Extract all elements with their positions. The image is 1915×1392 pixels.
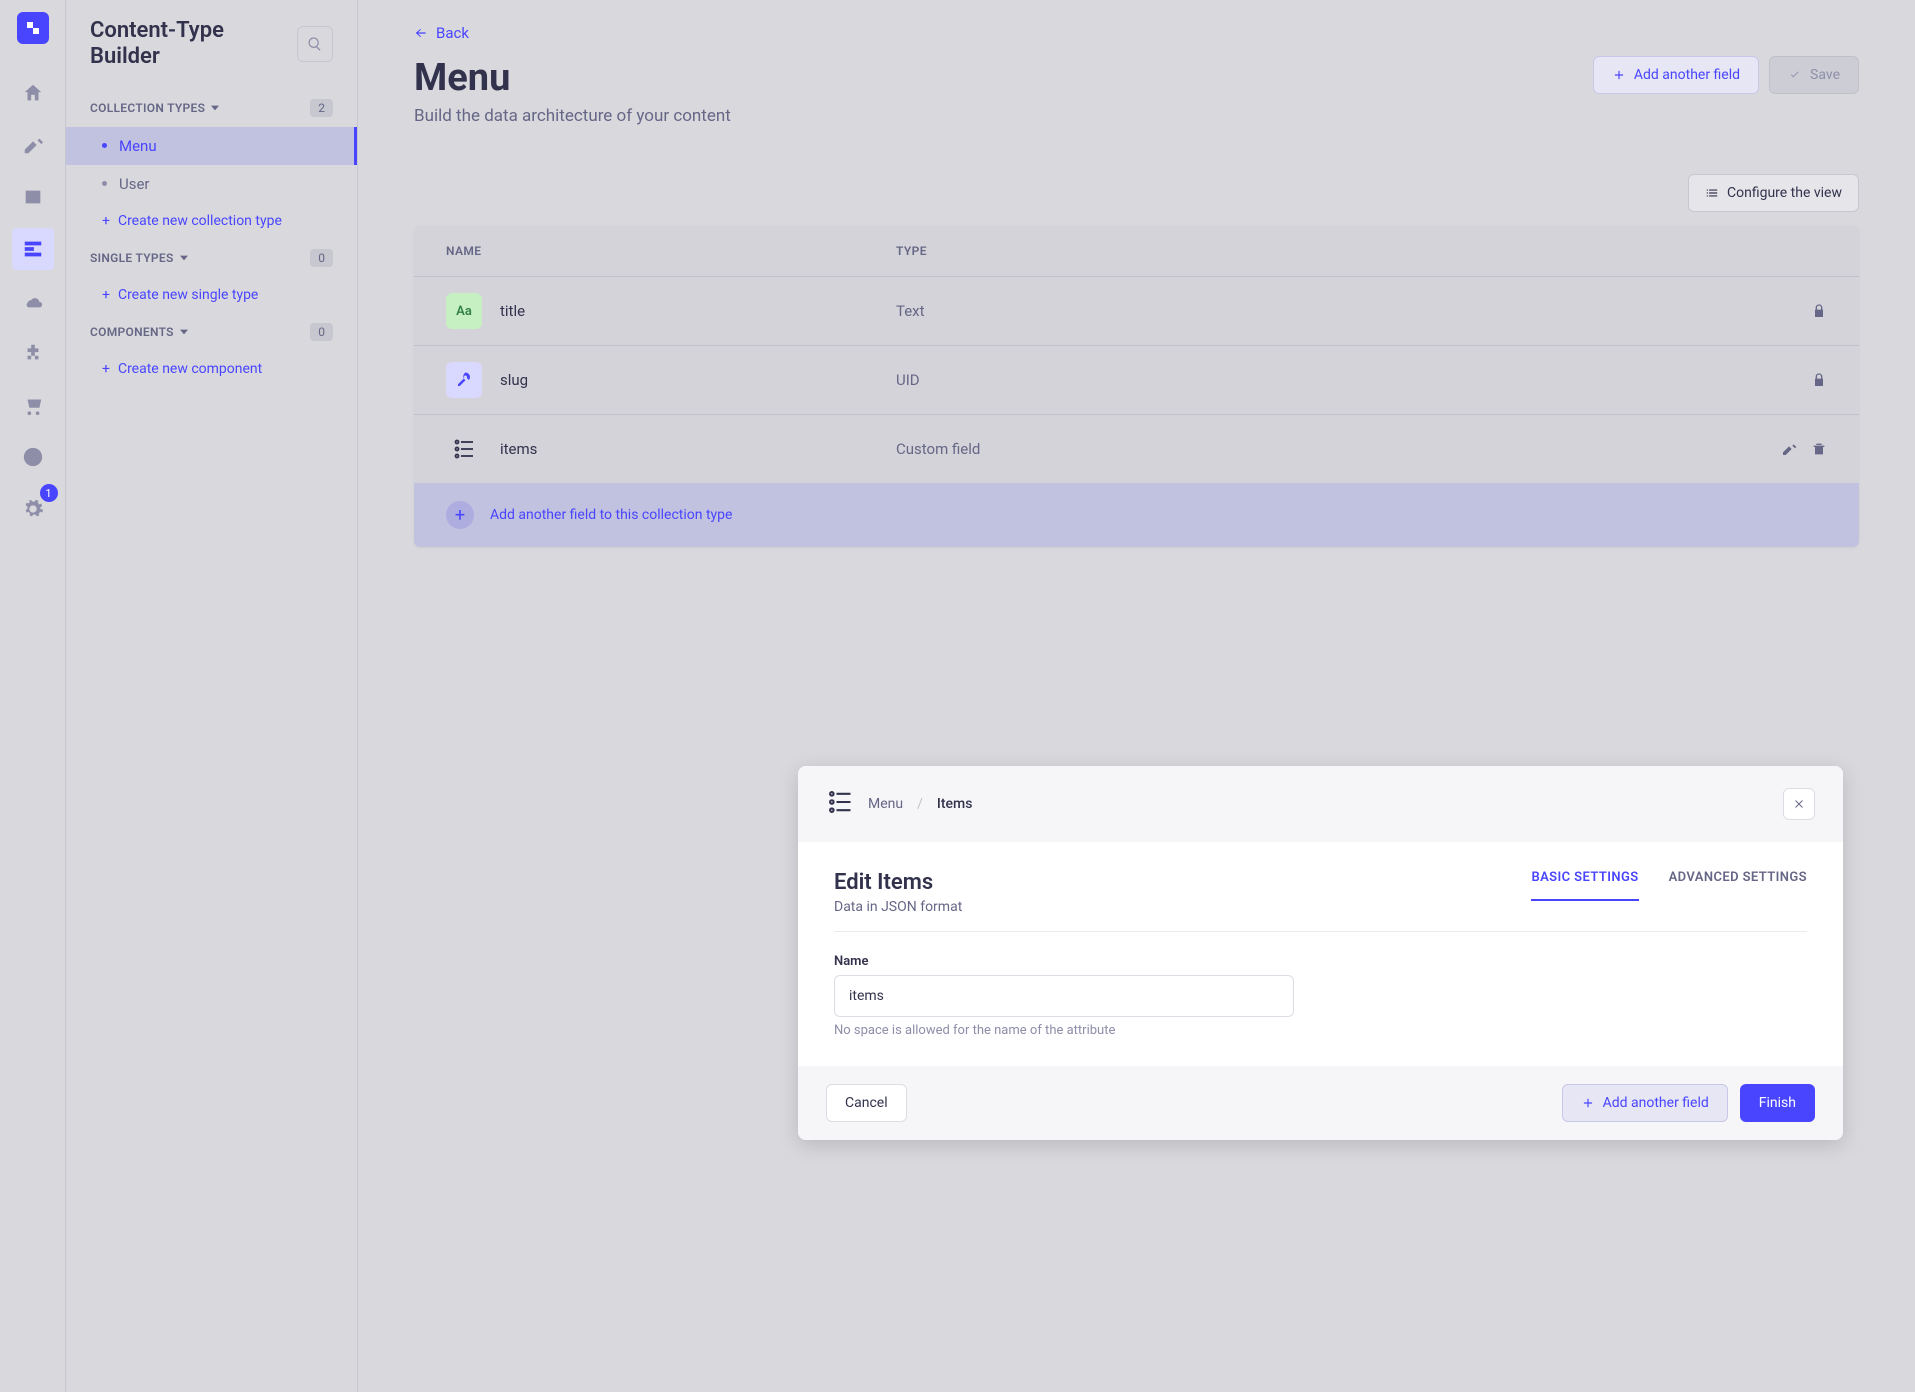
sidebar-title: Content-Type Builder	[90, 18, 297, 71]
fields-table: NAME TYPE Aa title Text slug UID items	[414, 226, 1859, 547]
name-hint: No space is allowed for the name of the …	[834, 1023, 1294, 1038]
nav-content-icon[interactable]	[12, 72, 54, 114]
collection-types-header[interactable]: COLLECTION TYPES 2	[66, 89, 357, 127]
tab-basic-settings[interactable]: BASIC SETTINGS	[1531, 870, 1638, 901]
nav-market-icon[interactable]	[12, 384, 54, 426]
tab-advanced-settings[interactable]: ADVANCED SETTINGS	[1669, 870, 1807, 901]
plus-icon	[1612, 68, 1626, 82]
components-header[interactable]: COMPONENTS 0	[66, 313, 357, 351]
modal-close-button[interactable]	[1783, 788, 1815, 820]
single-types-header[interactable]: SINGLE TYPES 0	[66, 239, 357, 277]
app-logo[interactable]	[17, 12, 49, 44]
search-icon	[307, 36, 323, 52]
nav-write-icon[interactable]	[12, 124, 54, 166]
sidebar: Content-Type Builder COLLECTION TYPES 2 …	[66, 0, 358, 1392]
finish-button[interactable]: Finish	[1740, 1084, 1815, 1122]
chevron-down-icon	[180, 328, 188, 336]
name-input[interactable]	[834, 975, 1294, 1017]
configure-view-button[interactable]: Configure the view	[1688, 174, 1859, 212]
chevron-down-icon	[180, 254, 188, 262]
nav-plugin-icon[interactable]	[12, 332, 54, 374]
custom-field-icon	[826, 788, 854, 820]
uid-field-icon	[446, 362, 482, 398]
chevron-down-icon	[211, 104, 219, 112]
nav-builder-icon[interactable]	[12, 228, 54, 270]
add-field-button[interactable]: Add another field	[1593, 56, 1759, 94]
col-header-name: NAME	[446, 244, 896, 258]
name-label: Name	[834, 954, 1294, 969]
nav-settings-icon[interactable]: 1	[12, 488, 54, 530]
arrow-left-icon	[414, 26, 428, 40]
custom-field-icon	[446, 431, 482, 467]
table-row: slug UID	[414, 345, 1859, 414]
modal-add-field-button[interactable]: Add another field	[1562, 1084, 1728, 1122]
add-field-row[interactable]: + Add another field to this collection t…	[414, 483, 1859, 547]
sidebar-item-menu[interactable]: Menu	[66, 127, 357, 165]
close-icon	[1793, 798, 1805, 810]
edit-field-modal: Menu / Items Edit Items Data in JSON for…	[798, 766, 1843, 1140]
create-component-link[interactable]: +Create new component	[66, 351, 357, 387]
lock-icon	[1811, 303, 1827, 319]
sidebar-item-user[interactable]: User	[66, 165, 357, 203]
page-title: Menu	[414, 56, 731, 100]
text-field-icon: Aa	[446, 293, 482, 329]
cancel-button[interactable]: Cancel	[826, 1084, 907, 1122]
nav-cloud-icon[interactable]	[12, 280, 54, 322]
settings-badge: 1	[40, 484, 58, 502]
col-header-type: TYPE	[896, 244, 1747, 258]
main-content: Back Menu Build the data architecture of…	[358, 0, 1915, 1392]
create-collection-link[interactable]: +Create new collection type	[66, 203, 357, 239]
plus-circle-icon: +	[446, 501, 474, 529]
search-button[interactable]	[297, 26, 333, 62]
list-icon	[1705, 186, 1719, 200]
table-row: items Custom field	[414, 414, 1859, 483]
nav-media-icon[interactable]	[12, 176, 54, 218]
edit-icon[interactable]	[1781, 441, 1797, 457]
save-button[interactable]: Save	[1769, 56, 1859, 94]
create-single-link[interactable]: +Create new single type	[66, 277, 357, 313]
modal-subtitle: Data in JSON format	[834, 899, 962, 915]
back-link[interactable]: Back	[414, 24, 469, 42]
delete-icon[interactable]	[1811, 441, 1827, 457]
modal-breadcrumb: Menu / Items	[826, 788, 972, 820]
nav-info-icon[interactable]	[12, 436, 54, 478]
plus-icon	[1581, 1096, 1595, 1110]
page-subtitle: Build the data architecture of your cont…	[414, 106, 731, 126]
icon-nav: 1	[0, 0, 66, 1392]
check-icon	[1788, 68, 1802, 82]
modal-title: Edit Items	[834, 870, 962, 895]
lock-icon	[1811, 372, 1827, 388]
table-row: Aa title Text	[414, 276, 1859, 345]
